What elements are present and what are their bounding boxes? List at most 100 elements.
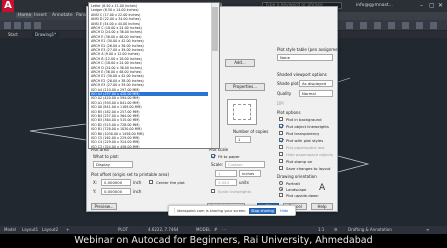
scale-lineweights-label: Scale lineweights [218, 189, 252, 194]
tab-insert[interactable]: Insert [34, 13, 47, 18]
scale-denominator-input[interactable]: 1.024 [215, 179, 237, 186]
y-unit-label: inch [133, 189, 142, 194]
help-button[interactable]: Help [311, 203, 333, 210]
y-offset-input[interactable]: 0.000000 [101, 188, 131, 195]
landscape-label: Landscape [286, 187, 307, 192]
view-tool-icon[interactable] [430, 22, 437, 29]
line-tool-icon[interactable] [4, 22, 11, 29]
plot-with-styles-label: Plot with plot styles [286, 138, 324, 143]
center-plot-checkbox[interactable] [149, 180, 153, 184]
tab-drawing1[interactable]: Drawing1* [32, 32, 60, 37]
grid-icon[interactable]: # [214, 227, 217, 232]
add-layout-icon[interactable]: + [66, 227, 69, 232]
preview-button[interactable]: Preview... [91, 203, 117, 210]
plot-paperspace-last-checkbox[interactable] [279, 145, 283, 149]
plot-paperspace-last-label: Plot paperspace last [286, 145, 325, 150]
plot-transparency-label: Plot transparency [286, 131, 320, 136]
model-space-toggle[interactable]: MODEL [196, 227, 210, 232]
paper-preview [227, 99, 257, 125]
x-unit-label: inch [133, 180, 142, 185]
tab-annotate[interactable]: Annotate [52, 13, 73, 18]
paper-size-option[interactable]: ISO C3 (324.00 x 458.00 MM) [90, 145, 208, 148]
printable-area [233, 104, 251, 120]
status-bar: Model Layout1 Layout2 + PLOT 4.6222, 7.7… [0, 226, 447, 234]
scale-units-select[interactable]: inches [239, 170, 261, 177]
y-offset-label: Y: [93, 189, 97, 194]
plot-lineweights-checkbox[interactable] [279, 124, 283, 128]
paper-size-dropdown-list[interactable]: Letter (8.50 x 11.00 Inches) Ledger (8.50… [88, 2, 220, 149]
plot-stamp-checkbox[interactable] [279, 159, 283, 163]
fit-to-paper-checkbox[interactable] [211, 154, 215, 158]
minimize-icon[interactable]: – [420, 2, 423, 9]
upside-down-checkbox[interactable] [279, 193, 283, 197]
layer-tool-icon[interactable] [346, 22, 353, 29]
customize-icon[interactable]: ≡ [426, 227, 429, 232]
workspace-switch[interactable]: Drafting & Annotation [348, 227, 392, 232]
video-caption: Webinar on Autocad for Beginners, Rai Un… [0, 234, 447, 248]
coordinate-readout: 4.6222, 7.7464 [148, 227, 179, 232]
tab-home[interactable]: Home [16, 13, 34, 18]
portrait-radio[interactable] [279, 181, 283, 185]
printer-properties-button[interactable]: Properties... [225, 83, 265, 91]
polyline-tool-icon[interactable] [14, 22, 21, 29]
properties-tool-icon[interactable] [374, 22, 381, 29]
units-label: units [239, 180, 249, 185]
x-offset-input[interactable]: 0.000000 [101, 179, 131, 186]
annotation-scale[interactable]: 1:1 [318, 227, 324, 232]
block-tool-icon[interactable] [360, 22, 367, 29]
shade-plot-select[interactable]: As displayed [299, 80, 333, 87]
what-to-plot-select[interactable]: Display [93, 161, 133, 168]
add-printer-button[interactable]: Add... [225, 59, 255, 67]
tab-start[interactable]: Start [8, 32, 18, 37]
drawing-line [29, 123, 87, 132]
center-plot-label: Center the plot [156, 180, 185, 185]
tab-layout1[interactable]: Layout1 [22, 227, 38, 232]
command-prompt[interactable]: PLOT [118, 227, 128, 232]
snap-icon[interactable]: ⋯ [222, 227, 226, 232]
clipboard-tool-icon[interactable] [416, 22, 423, 29]
fit-to-paper-label: Fit to paper [218, 154, 240, 159]
dpi-label: DPI [277, 101, 284, 106]
hide-paperspace-label: Hide paperspace objects [286, 152, 333, 157]
plot-options-label: Plot options [277, 110, 301, 115]
orientation-label: Drawing orientation [277, 174, 317, 179]
tab-model[interactable]: Model [4, 227, 16, 232]
maximize-icon[interactable]: ▢ [429, 2, 435, 9]
landscape-orientation-icon: A [319, 183, 326, 193]
arc-tool-icon[interactable] [34, 22, 41, 29]
drawing-line [337, 77, 351, 83]
tab-layout2[interactable]: Layout2 [42, 227, 58, 232]
list-scrollbar[interactable] [211, 3, 219, 148]
close-icon[interactable]: ✕ [438, 2, 443, 9]
plot-transparency-checkbox[interactable] [279, 131, 283, 135]
gear-icon[interactable]: ⚙ [334, 227, 338, 232]
hide-paperspace-checkbox[interactable] [279, 152, 283, 156]
plot-in-background-label: Plot in background [286, 117, 322, 122]
hide-share-button[interactable]: Hide [280, 209, 288, 213]
plot-stamp-label: Plot stamp on [286, 159, 313, 164]
user-account[interactable]: info@gymnast... [356, 3, 393, 8]
scale-numerator-input[interactable]: 1 [215, 170, 237, 177]
circle-tool-icon[interactable] [24, 22, 31, 29]
shade-plot-label: Shade plot [277, 81, 299, 86]
shaded-viewport-label: Shaded viewport options [277, 72, 327, 77]
stop-sharing-button[interactable]: Stop sharing [249, 208, 276, 214]
landscape-radio[interactable] [279, 187, 283, 191]
plot-lineweights-label: Plot object lineweights [286, 124, 329, 129]
utilities-tool-icon[interactable] [402, 22, 409, 29]
scrollbar-thumb[interactable] [212, 7, 218, 51]
quality-select[interactable]: Normal [299, 90, 333, 97]
upside-down-label: Plot upside-down [286, 193, 319, 198]
plot-with-styles-checkbox[interactable] [279, 138, 283, 142]
drawing-line [29, 130, 87, 141]
autocad-logo-icon[interactable]: A [2, 0, 14, 12]
copies-input[interactable]: 1 [235, 136, 251, 143]
drawing-line [337, 155, 370, 173]
save-changes-checkbox[interactable] [279, 166, 283, 170]
portrait-label: Portrait [286, 181, 300, 186]
scale-select[interactable]: Custom [225, 161, 265, 168]
scale-lineweights-checkbox[interactable] [211, 189, 215, 193]
groups-tool-icon[interactable] [388, 22, 395, 29]
plot-in-background-checkbox[interactable] [279, 117, 283, 121]
plot-style-select[interactable]: None [277, 54, 333, 61]
